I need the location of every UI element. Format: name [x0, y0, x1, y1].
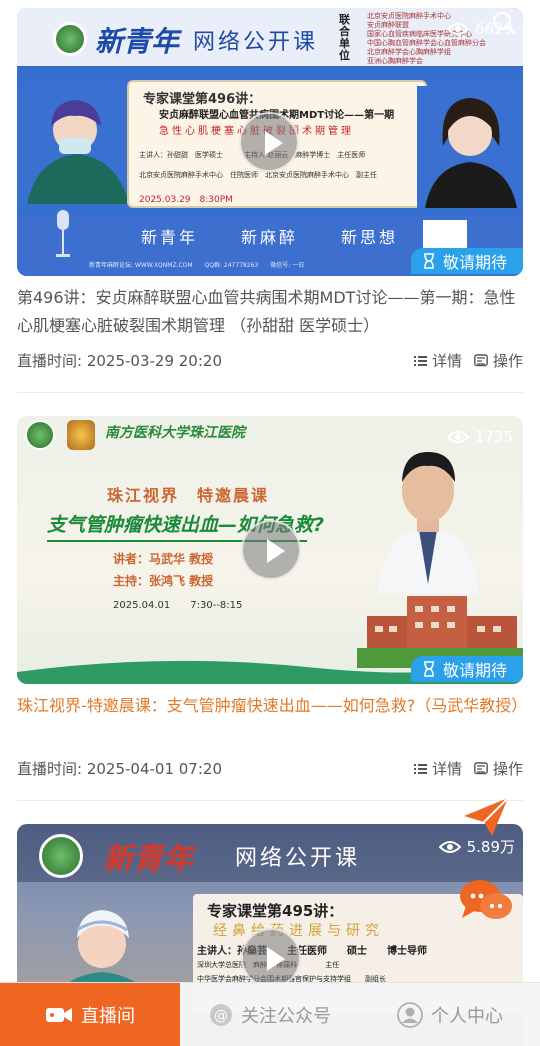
tab-follow-account[interactable]: @ 关注公众号 — [180, 983, 360, 1046]
bottom-tab-bar: 直播间 @ 关注公众号 个人中心 — [0, 982, 540, 1046]
poster-brand: 新青年 — [95, 25, 180, 58]
operate-icon — [474, 762, 488, 775]
play-button[interactable] — [241, 928, 301, 988]
poster-host: 主持：张鸿飞 教授 — [113, 574, 214, 588]
poster-lecture: 专家课堂第496讲： — [143, 92, 262, 107]
details-button[interactable]: 详情 — [413, 758, 462, 779]
video-camera-icon — [46, 1008, 72, 1022]
course-title[interactable]: 珠江视界-特邀晨课：支气管肿瘤快速出血——如何急救?（马武华教授） — [17, 692, 527, 720]
operate-icon — [474, 354, 488, 367]
society-logo — [25, 420, 55, 450]
svg-text:@: @ — [214, 1008, 228, 1024]
chat-bubble-icon[interactable] — [458, 876, 514, 924]
operate-label: 操作 — [492, 760, 523, 778]
details-label: 详情 — [431, 760, 462, 778]
share-send-icon[interactable] — [462, 796, 510, 838]
tab-me-label: 个人中心 — [431, 1006, 503, 1027]
poster-university: 南方医科大学珠江医院 — [105, 425, 245, 441]
course-title[interactable]: 第496讲：安贞麻醉联盟心血管共病围术期MDT讨论——第一期：急性心肌梗塞心脏破… — [17, 284, 523, 340]
course-meta: 直播时间: 2025-04-01 07:20 详情 操作 — [17, 758, 523, 782]
hourglass-icon — [423, 253, 434, 269]
course-meta: 直播时间: 2025-03-29 20:20 详情 操作 — [17, 350, 523, 374]
society-logo — [39, 834, 83, 878]
course-thumbnail[interactable]: 新青年 网络公开课 联合单位 北京安贞医院麻醉手术中心 安贞麻醉联盟 国家心血管… — [17, 8, 523, 276]
hourglass-icon — [423, 661, 434, 677]
operate-label: 操作 — [492, 352, 523, 370]
operate-button[interactable]: 操作 — [474, 350, 523, 371]
poster-brand-sub: 网络公开课 — [193, 30, 319, 55]
poster-datetime: 2025.03.29 8:30PM — [139, 195, 233, 205]
eye-icon — [446, 23, 469, 35]
tab-live-label: 直播间 — [81, 1006, 135, 1027]
live-time: 直播时间: 2025-03-29 20:20 — [17, 352, 222, 370]
society-logo — [53, 22, 87, 56]
poster-org: 中国心胸血管麻醉学会心血管麻醉分会 — [367, 39, 486, 47]
view-count-value: 5.89万 — [466, 838, 515, 856]
tab-follow-label: 关注公众号 — [241, 1006, 331, 1027]
poster-slogan: 新思想 — [341, 228, 399, 247]
user-icon — [397, 1002, 423, 1028]
list-icon — [413, 355, 427, 366]
poster-headline: 珠江视界 特邀晨课 — [107, 486, 270, 505]
host-photo — [417, 86, 523, 208]
poster-slogan: 新青年 — [141, 228, 199, 247]
microphone-icon — [56, 210, 70, 257]
card-divider — [17, 800, 523, 801]
tab-personal-center[interactable]: 个人中心 — [360, 983, 540, 1046]
tab-live-room[interactable]: 直播间 — [0, 983, 180, 1046]
view-count: 1735 — [446, 428, 513, 446]
details-button[interactable]: 详情 — [413, 350, 462, 371]
university-logo — [67, 420, 95, 450]
status-badge-label: 敬请期待 — [442, 661, 507, 680]
play-button[interactable] — [241, 520, 301, 580]
status-badge: 敬请期待 — [410, 656, 523, 682]
poster-org: 亚洲心胸麻醉学会 — [367, 57, 423, 65]
search-icon[interactable] — [491, 10, 517, 36]
eye-icon — [438, 840, 461, 853]
play-button[interactable] — [239, 112, 299, 172]
status-badge-label: 敬请期待 — [442, 253, 507, 272]
poster-slogan: 新麻醉 — [241, 228, 299, 247]
poster-footer-text: 新青年麻醉论坛: WWW.XQNMZ.COM QQ群: 247778263 微信… — [89, 262, 305, 269]
poster-speaker: 讲者：马武华 教授 — [113, 552, 214, 566]
speaker-photo — [17, 86, 137, 204]
operate-button[interactable]: 操作 — [474, 758, 523, 779]
poster-lecture: 专家课堂第495讲： — [207, 902, 344, 920]
view-count-value: 1735 — [474, 428, 513, 446]
view-count: 5.89万 — [438, 836, 515, 857]
at-sign-icon: @ — [210, 1004, 232, 1026]
list-icon — [413, 763, 427, 774]
speaker-photo — [377, 452, 479, 594]
course-thumbnail[interactable]: 南方医科大学珠江医院 珠江视界 特邀晨课 支气管肿瘤快速出血—如何急救? 讲者：… — [17, 416, 523, 684]
qr-code — [423, 220, 467, 248]
poster-org-label: 联合单位 — [339, 13, 350, 62]
course-card[interactable]: 南方医科大学珠江医院 珠江视界 特邀晨课 支气管肿瘤快速出血—如何急救? 讲者：… — [17, 416, 527, 806]
card-divider — [17, 392, 523, 393]
poster-org: 北京麻醉学会心胸麻醉学组 — [367, 48, 451, 56]
poster-topic: 经鼻给药进展与研究 — [213, 923, 384, 939]
eye-icon — [446, 431, 469, 443]
poster-datetime: 2025.04.01 7:30--8:15 — [113, 600, 243, 611]
poster-brand-sub: 网络公开课 — [235, 846, 361, 871]
poster-brand: 新青年 — [103, 842, 193, 877]
poster-org-line: 北京安贞医院麻醉手术中心 住院医师 北京安贞医院麻醉手术中心 副主任 — [139, 171, 377, 179]
poster-speaker: 主讲人：孙燊芸 主任医师 硕士 博士导师 — [197, 946, 427, 957]
status-badge: 敬请期待 — [410, 248, 523, 274]
live-time: 直播时间: 2025-04-01 07:20 — [17, 760, 222, 778]
details-label: 详情 — [431, 352, 462, 370]
course-card[interactable]: 新青年 网络公开课 联合单位 北京安贞医院麻醉手术中心 安贞麻醉联盟 国家心血管… — [17, 8, 523, 400]
